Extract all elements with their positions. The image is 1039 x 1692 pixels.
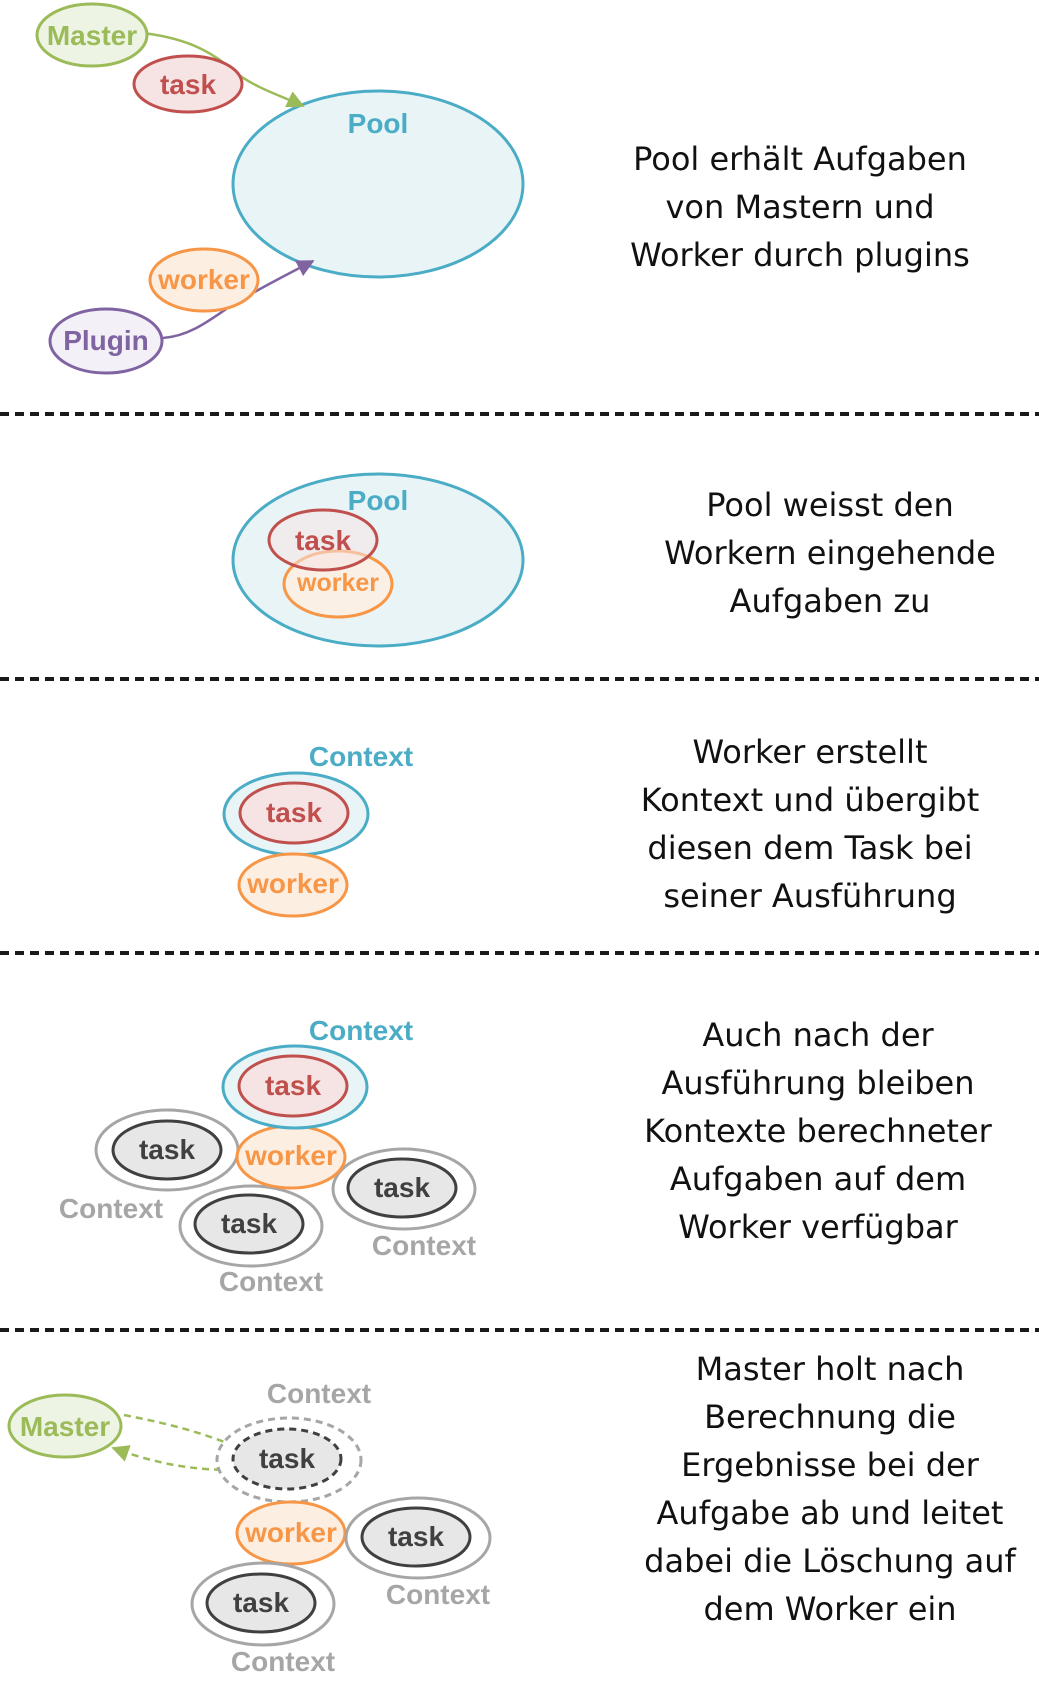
description-line: Worker erstellt (692, 733, 928, 771)
context-label: Context (309, 1015, 413, 1046)
description-line: Pool erhält Aufgaben (633, 140, 967, 178)
description-line: Kontexte berechneter (644, 1112, 992, 1150)
description-line: Pool weisst den (706, 486, 954, 524)
description-line: seiner Ausführung (663, 877, 957, 915)
old-task-label: task (233, 1587, 289, 1618)
context-label: Context (309, 741, 413, 772)
step-4-diagram: task Context task Context task Context w… (59, 1015, 477, 1297)
old-context-label: Context (231, 1646, 335, 1677)
description-line: Worker durch plugins (630, 236, 970, 274)
plugin-label: Plugin (63, 325, 149, 356)
worker-label: worker (296, 569, 379, 597)
description-line: Kontext und übergibt (640, 781, 980, 819)
step-3-description: Worker erstellt Kontext und übergibt die… (620, 728, 1000, 920)
description-line: Aufgaben zu (729, 582, 931, 620)
old-context-label: Context (372, 1230, 476, 1261)
description-line: Berechnung die (704, 1398, 956, 1436)
task-label: task (295, 525, 351, 556)
old-context-label: Context (386, 1579, 490, 1610)
pool-label: Pool (348, 108, 409, 139)
description-line: diesen dem Task bei (647, 829, 973, 867)
description-line: von Mastern und (665, 188, 935, 226)
master-to-task-dashed-arrow (123, 1413, 233, 1447)
description-line: Aufgaben auf dem (669, 1160, 967, 1198)
task-label: task (266, 797, 322, 828)
description-line: Auch nach der (702, 1016, 934, 1054)
description-line: Ausführung bleiben (661, 1064, 975, 1102)
old-task-label: task (259, 1443, 315, 1474)
description-line: Master holt nach (695, 1350, 965, 1388)
old-context-label: Context (59, 1193, 163, 1224)
description-line: Ergebnisse bei der (681, 1446, 979, 1484)
step-5-diagram: Master Context task worker task Context … (7, 1378, 492, 1677)
old-context-label: Context (219, 1266, 323, 1297)
description-line: Workern eingehende (664, 534, 996, 572)
step-3-diagram: Context task worker (222, 741, 413, 918)
worker-label: worker (244, 1517, 337, 1548)
description-line: Worker verfügbar (678, 1208, 958, 1246)
old-task-label: task (221, 1208, 277, 1239)
step-1-diagram: Pool Master task worker Plugin (35, 2, 525, 375)
worker-label: worker (244, 1140, 337, 1171)
step-2-diagram: Pool task worker (231, 472, 525, 648)
worker-label: worker (246, 868, 339, 899)
pool-label: Pool (348, 485, 409, 516)
description-line: Aufgabe ab und leitet (656, 1494, 1004, 1532)
old-task-label: task (374, 1172, 430, 1203)
old-task-label: task (139, 1134, 195, 1165)
worker-label: worker (157, 264, 250, 295)
master-label: Master (20, 1411, 110, 1442)
task-to-master-dashed-arrow (111, 1445, 234, 1472)
task-label: task (265, 1070, 321, 1101)
old-context-label: Context (267, 1378, 371, 1409)
master-label: Master (47, 20, 137, 51)
step-4-description: Auch nach der Ausführung bleiben Kontext… (618, 1011, 1018, 1251)
step-5-description: Master holt nach Berechnung die Ergebnis… (630, 1345, 1030, 1633)
description-line: dabei die Löschung auf (644, 1542, 1016, 1580)
step-1-description: Pool erhält Aufgaben von Mastern und Wor… (620, 135, 980, 279)
step-2-description: Pool weisst den Workern eingehende Aufga… (640, 481, 1020, 625)
description-line: dem Worker ein (703, 1590, 957, 1628)
task-label: task (160, 69, 216, 100)
old-task-label: task (388, 1521, 444, 1552)
